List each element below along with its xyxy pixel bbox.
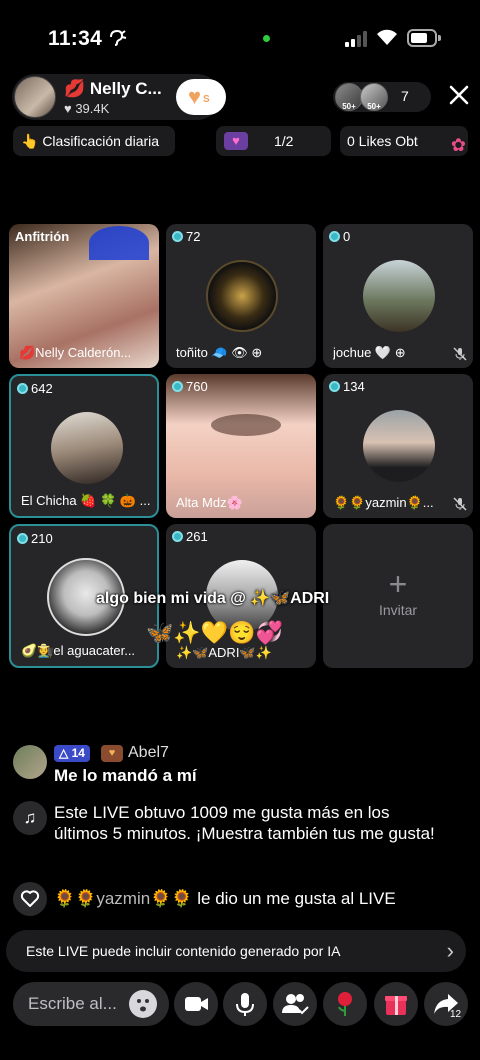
guest-score: 210 [17,531,53,546]
battle-page-indicator[interactable]: ♥ 1/2 [216,126,331,156]
battery-icon [407,29,437,47]
couple-icon: ♥ [224,132,248,150]
share-button[interactable]: 12 [424,982,468,1026]
guest-name: 💋Nelly Calderón... [19,345,132,360]
gift-box-icon [385,996,407,1015]
liker-name[interactable]: 🌻🌻yazmin🌻🌻 [54,889,193,908]
gift-button[interactable] [374,982,418,1026]
like-event-text: le dio un me gusta al LIVE [192,889,396,908]
guest-name: 🌻🌻yazmin🌻... [333,495,434,510]
mic-muted-icon [453,347,467,361]
guest-name: toñito 🧢 👁 ⊕ [176,345,263,360]
guest-tile[interactable]: 0 jochue 🤍 ⊕ [323,224,473,368]
viewer-avatar[interactable]: 50+ [335,83,363,111]
viewer-count: 7 [401,88,409,104]
guest-tile[interactable]: 134 🌻🌻yazmin🌻... [323,374,473,518]
invite-tile[interactable]: + Invitar [323,524,473,668]
guest-tile[interactable]: 72 toñito 🧢 👁 ⊕ [166,224,316,368]
video-camera-icon [185,997,208,1011]
guest-score: 134 [329,379,365,394]
guest-name: jochue 🤍 ⊕ [333,345,406,360]
guest-score: 760 [172,379,208,394]
camera-indicator-icon [263,35,270,42]
clock: 11:34 [48,27,103,50]
emoji-icon[interactable] [129,990,157,1018]
heart-icon: ♥ [188,84,202,109]
guest-avatar [363,410,435,482]
ai-notice-text: Este LIVE puede incluir contenido genera… [26,943,341,959]
chevron-right-icon: › [446,938,454,963]
invite-label: Invitar [378,602,418,618]
follow-badge: S [203,94,210,105]
heart-outline-icon [13,882,47,916]
daily-ranking-button[interactable]: 👆 Clasificación diaria [13,126,175,156]
guest-score: 261 [172,529,208,544]
wifi-icon [376,28,398,46]
guest-tile-host[interactable]: Anfitrión 💋Nelly Calderón... [9,224,159,368]
host-label: Anfitrión [15,229,70,244]
microphone-button[interactable] [223,982,267,1026]
fan-badge: ♥ [101,745,123,762]
microphone-icon [236,993,254,1016]
mic-muted-icon [453,497,467,511]
rose-icon [338,992,352,1016]
cellular-signal-icon [345,30,371,47]
camera-button[interactable] [174,982,218,1026]
guest-avatar [206,260,278,332]
guest-tile[interactable]: 642 El Chicha 🍓 🍀 🎃 ... [9,374,159,518]
close-icon[interactable] [444,80,474,110]
guest-tile[interactable]: 760 Alta Mdz🌸 [166,374,316,518]
users-icon [282,994,309,1015]
follow-button[interactable]: ♥ S [176,79,226,115]
comment-placeholder: Escribe al... [28,994,117,1013]
level-badge: △ 14 [54,745,90,762]
hearing-icon [108,28,128,51]
guest-avatar [51,412,123,484]
guests-button[interactable] [273,982,317,1026]
host-name: 💋 Nelly C... [64,79,162,98]
guest-name: Alta Mdz🌸 [176,495,243,510]
host-profile[interactable]: 💋 Nelly C... ♥ 39.4K ♥ S [12,74,226,120]
rose-gift-button[interactable] [323,982,367,1026]
guest-score: 72 [172,229,200,244]
status-bar: 11:34 [0,0,480,70]
page-number: 1/2 [274,133,294,149]
likes-goal-text: 0 Likes Obt [347,133,418,149]
gift-icon: ✿ [450,135,466,155]
viewers-list[interactable]: 50+ 50+ 7 [333,82,431,112]
guest-name: 🥑🧑‍🌾el aguacater... [21,643,136,658]
ai-content-notice[interactable]: Este LIVE puede incluir contenido genera… [6,930,466,972]
host-avatar[interactable] [14,76,56,118]
share-count: 12 [450,1009,462,1020]
guest-avatar [363,260,435,332]
host-likes: ♥ 39.4K [64,101,110,116]
plus-icon: + [388,566,408,602]
overlay-emoji-line: 🦋✨💛😌💞 [146,620,283,645]
guest-name: El Chicha 🍓 🍀 🎃 ... [21,493,151,508]
guest-score: 642 [17,381,53,396]
devil-horns-icon [89,226,149,260]
like-event: 🌻🌻yazmin🌻🌻 le dio un me gusta al LIVE [54,889,396,909]
share-arrow-icon [434,994,458,1014]
viewer-avatar[interactable]: 50+ [360,83,388,111]
likes-goal-button[interactable]: 0 Likes Obt ✿ [340,126,468,156]
commenter-name[interactable]: Abel7 [128,744,169,762]
guest-score: 0 [329,229,350,244]
overlay-caption: algo bien mi vida @ ✨🦋ADRI [96,590,330,607]
guest-name: ✨🦋ADRI🦋✨ [176,645,272,660]
guest-face [211,414,281,436]
comment-input[interactable]: Escribe al... [13,982,169,1026]
comment-text: Me lo mandó a mí [54,766,197,785]
system-message: Este LIVE obtuvo 1009 me gusta más en lo… [54,803,435,843]
tiktok-icon: ♫ [13,801,47,835]
commenter-avatar[interactable] [13,745,47,779]
